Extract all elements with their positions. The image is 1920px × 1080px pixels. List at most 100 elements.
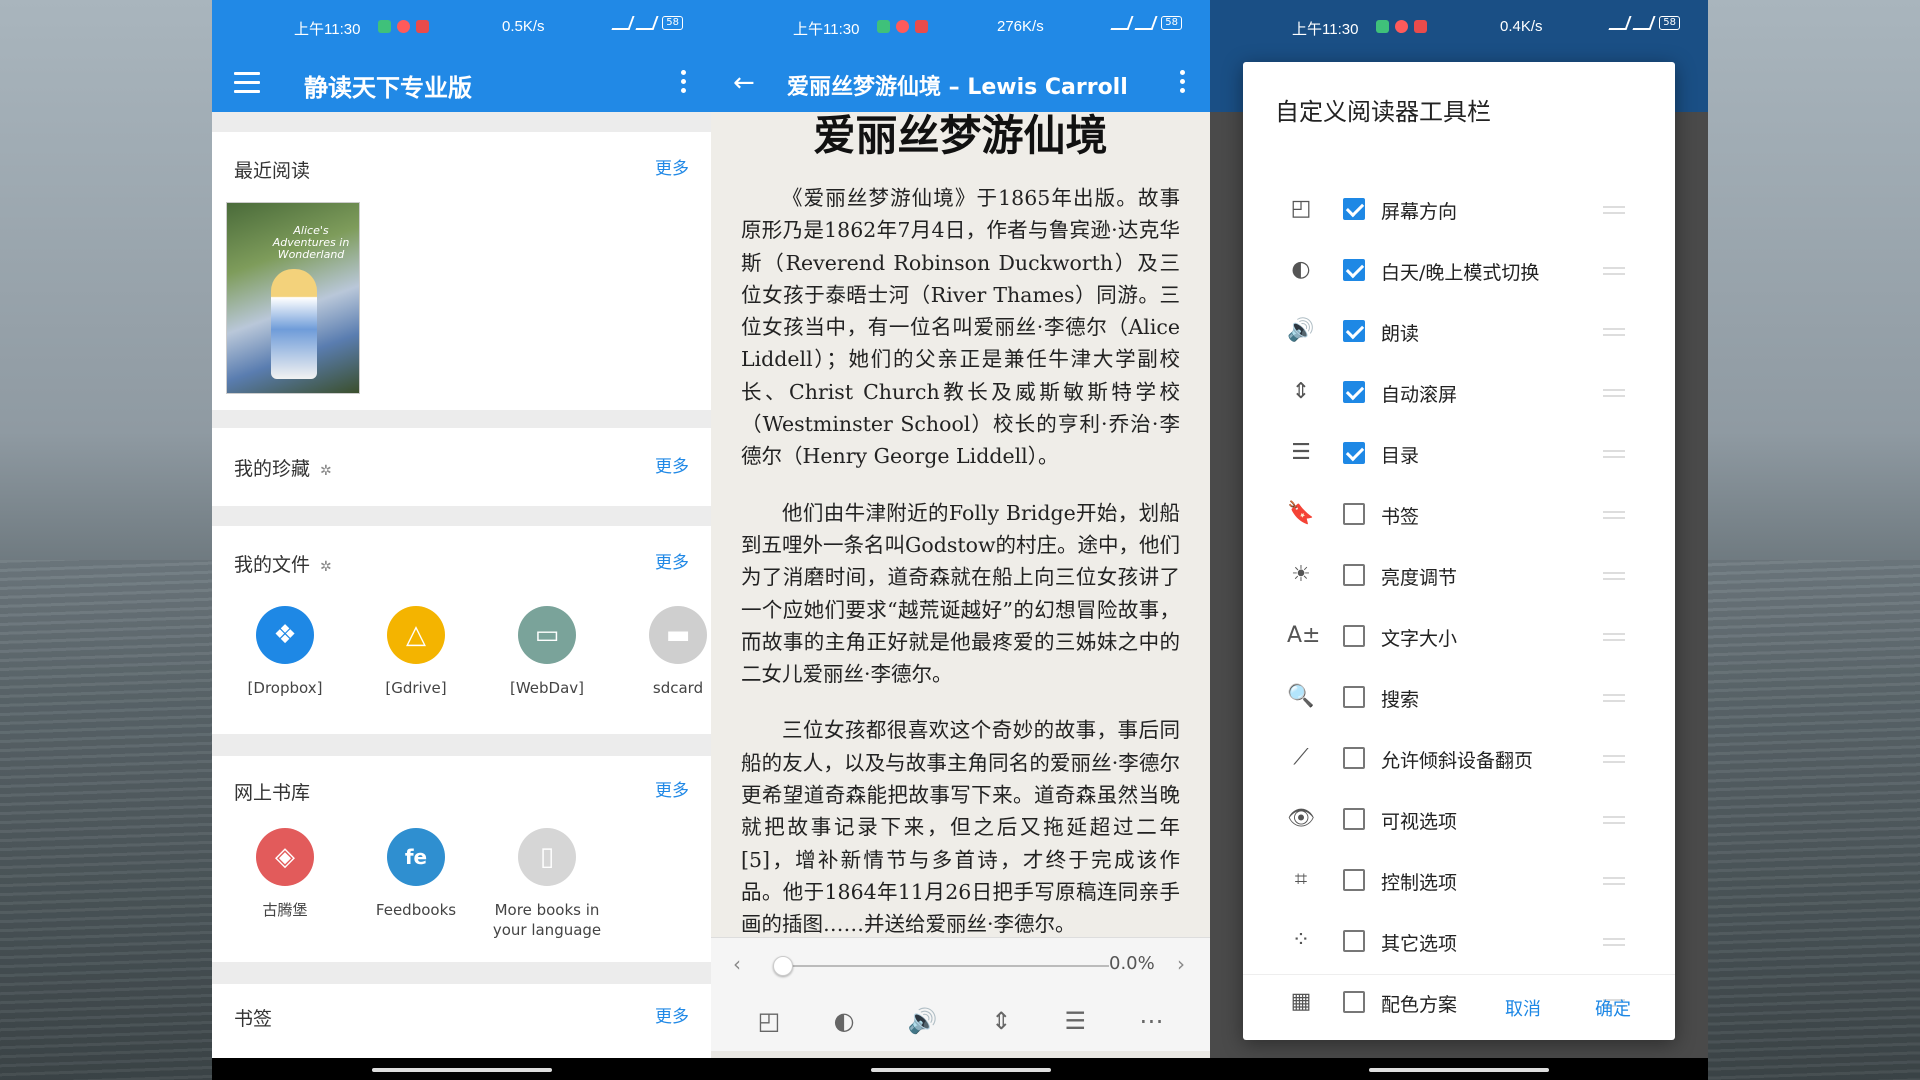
book-cover-title: Alice's Adventures in Wonderland	[272, 224, 350, 261]
status-time: 上午11:30	[294, 21, 361, 38]
progress-thumb[interactable]	[773, 956, 793, 976]
more-link[interactable]: 更多	[655, 154, 689, 179]
drag-handle-icon[interactable]	[1603, 389, 1625, 397]
toolbar-option-row[interactable]: ⌗ 控制选项	[1243, 851, 1675, 912]
option-checkbox[interactable]	[1343, 747, 1365, 769]
overflow-menu-icon[interactable]	[1180, 70, 1186, 96]
file-source-dropbox[interactable]: ❖ [Dropbox]	[225, 606, 345, 698]
option-checkbox[interactable]	[1343, 625, 1365, 647]
more-link[interactable]: 更多	[655, 548, 689, 573]
option-checkbox[interactable]	[1343, 503, 1365, 525]
option-label: 文字大小	[1381, 628, 1458, 650]
book-cover[interactable]: Alice's Adventures in Wonderland	[226, 202, 360, 394]
drag-handle-icon[interactable]	[1603, 694, 1625, 702]
gutenberg-icon: ◈	[256, 828, 314, 886]
option-checkbox[interactable]	[1343, 259, 1365, 281]
toc-icon[interactable]: ☰	[1064, 1007, 1086, 1035]
reading-area[interactable]: 爱丽丝梦游仙境 《爱丽丝梦游仙境》于1865年出版。故事原形乃是1862年7月4…	[711, 112, 1210, 937]
hamburger-menu-icon[interactable]	[234, 72, 260, 94]
option-checkbox[interactable]	[1343, 442, 1365, 464]
section-title: 书签	[234, 1008, 273, 1030]
option-checkbox[interactable]	[1343, 930, 1365, 952]
option-checkbox[interactable]	[1343, 198, 1365, 220]
paragraph: 《爱丽丝梦游仙境》于1865年出版。故事原形乃是1862年7月4日，作者与鲁宾逊…	[741, 186, 1180, 469]
speaker-icon[interactable]: 🔊	[908, 1007, 938, 1035]
auto-scroll-icon[interactable]: ⇕	[991, 1007, 1011, 1035]
bookmarks-card: 书签 更多	[212, 984, 711, 1058]
open-book-icon: ▯	[518, 828, 576, 886]
drag-handle-icon[interactable]	[1603, 206, 1625, 214]
more-link[interactable]: 更多	[655, 776, 689, 801]
back-arrow-icon[interactable]: ←	[733, 68, 755, 98]
more-link[interactable]: 更多	[655, 1002, 689, 1027]
other-options-icon: ⁘	[1291, 928, 1311, 953]
notification-icons	[378, 20, 429, 33]
speaker-icon: 🔊	[1287, 318, 1315, 343]
toolbar-option-row[interactable]: A± 文字大小	[1243, 607, 1675, 668]
drag-handle-icon[interactable]	[1603, 938, 1625, 946]
next-chapter-icon[interactable]: ›	[1177, 952, 1185, 976]
app-title: 静读天下专业版	[304, 74, 472, 102]
drag-handle-icon[interactable]	[1603, 267, 1625, 275]
toolbar-option-row[interactable]: ☀ 亮度调节	[1243, 546, 1675, 607]
brightness-icon: ☀	[1291, 562, 1311, 587]
status-bar: 上午11:30 276K/s 58	[711, 0, 1210, 56]
progress-track[interactable]	[781, 965, 1109, 967]
toolbar-option-row[interactable]: 🔍 搜索	[1243, 668, 1675, 729]
file-source-gdrive[interactable]: △ [Gdrive]	[356, 606, 476, 698]
option-label: 朗读	[1381, 323, 1420, 345]
toolbar-option-row[interactable]: 🔊 朗读	[1243, 302, 1675, 363]
option-checkbox[interactable]	[1343, 564, 1365, 586]
feedbooks-icon: fe	[387, 828, 445, 886]
drag-handle-icon[interactable]	[1603, 755, 1625, 763]
day-night-icon[interactable]: ◐	[834, 1007, 855, 1035]
tilt-icon: ⟋	[1293, 745, 1309, 770]
toolbar-option-row[interactable]: ⟋ 允许倾斜设备翻页	[1243, 729, 1675, 790]
file-source-webdav[interactable]: ▭ [WebDav]	[487, 606, 607, 698]
more-icon[interactable]: ⋯	[1139, 1007, 1163, 1035]
library-feedbooks[interactable]: fe Feedbooks	[356, 828, 476, 920]
network-rate: 0.5K/s	[502, 18, 545, 35]
overflow-menu-icon[interactable]	[681, 70, 687, 96]
favorites-card: 我的珍藏 ✲ 更多	[212, 428, 711, 506]
library-gutenberg[interactable]: ◈ 古腾堡	[225, 828, 345, 920]
my-files-card: 我的文件 ✲ 更多 ❖ [Dropbox] △ [Gdrive] ▭ [WebDa…	[212, 526, 711, 734]
section-title: 我的珍藏	[234, 458, 311, 480]
option-checkbox[interactable]	[1343, 320, 1365, 342]
file-source-sdcard[interactable]: ▬ sdcard	[618, 606, 711, 698]
option-checkbox[interactable]	[1343, 869, 1365, 891]
option-label: 亮度调节	[1381, 567, 1458, 589]
drag-handle-icon[interactable]	[1603, 633, 1625, 641]
drag-handle-icon[interactable]	[1603, 816, 1625, 824]
toolbar-option-row[interactable]: ⁘ 其它选项	[1243, 912, 1675, 973]
font-size-icon: A±	[1287, 623, 1321, 648]
toolbar-option-row[interactable]: 🔖 书签	[1243, 485, 1675, 546]
option-checkbox[interactable]	[1343, 381, 1365, 403]
drag-handle-icon[interactable]	[1603, 450, 1625, 458]
more-link[interactable]: 更多	[655, 452, 689, 477]
option-label: 屏幕方向	[1381, 201, 1458, 223]
gear-icon[interactable]: ✲	[320, 463, 332, 479]
toolbar-option-row[interactable]: 👁 可视选项	[1243, 790, 1675, 851]
screen-orientation-icon[interactable]: ◰	[758, 1007, 781, 1035]
drag-handle-icon[interactable]	[1603, 328, 1625, 336]
customize-toolbar-dialog: 自定义阅读器工具栏 ◰ 屏幕方向 ◐ 白天/晚上模式切换 🔊 朗读 ⇕ 自动滚屏 ☰ 目录 🔖 书签 ☀…	[1243, 62, 1675, 1040]
chapter-title: 爱丽丝梦游仙境	[813, 112, 1108, 160]
drag-handle-icon[interactable]	[1603, 572, 1625, 580]
previous-chapter-icon[interactable]: ‹	[733, 952, 741, 976]
gear-icon[interactable]: ✲	[320, 559, 332, 575]
option-checkbox[interactable]	[1343, 808, 1365, 830]
cancel-button[interactable]: 取消	[1505, 995, 1541, 1021]
option-label: 目录	[1381, 445, 1420, 467]
library-more-books[interactable]: ▯ More books in your language	[487, 828, 607, 940]
toolbar-option-row[interactable]: ◐ 白天/晚上模式切换	[1243, 241, 1675, 302]
option-checkbox[interactable]	[1343, 686, 1365, 708]
toolbar-option-row[interactable]: ☰ 目录	[1243, 424, 1675, 485]
book-title: 爱丽丝梦游仙境 – Lewis Carroll	[787, 75, 1128, 100]
ok-button[interactable]: 确定	[1595, 995, 1631, 1021]
drag-handle-icon[interactable]	[1603, 511, 1625, 519]
toolbar-option-row[interactable]: ⇕ 自动滚屏	[1243, 363, 1675, 424]
toolbar-option-row[interactable]: ◰ 屏幕方向	[1243, 180, 1675, 241]
battery-icon: 58	[1659, 16, 1680, 30]
drag-handle-icon[interactable]	[1603, 877, 1625, 885]
